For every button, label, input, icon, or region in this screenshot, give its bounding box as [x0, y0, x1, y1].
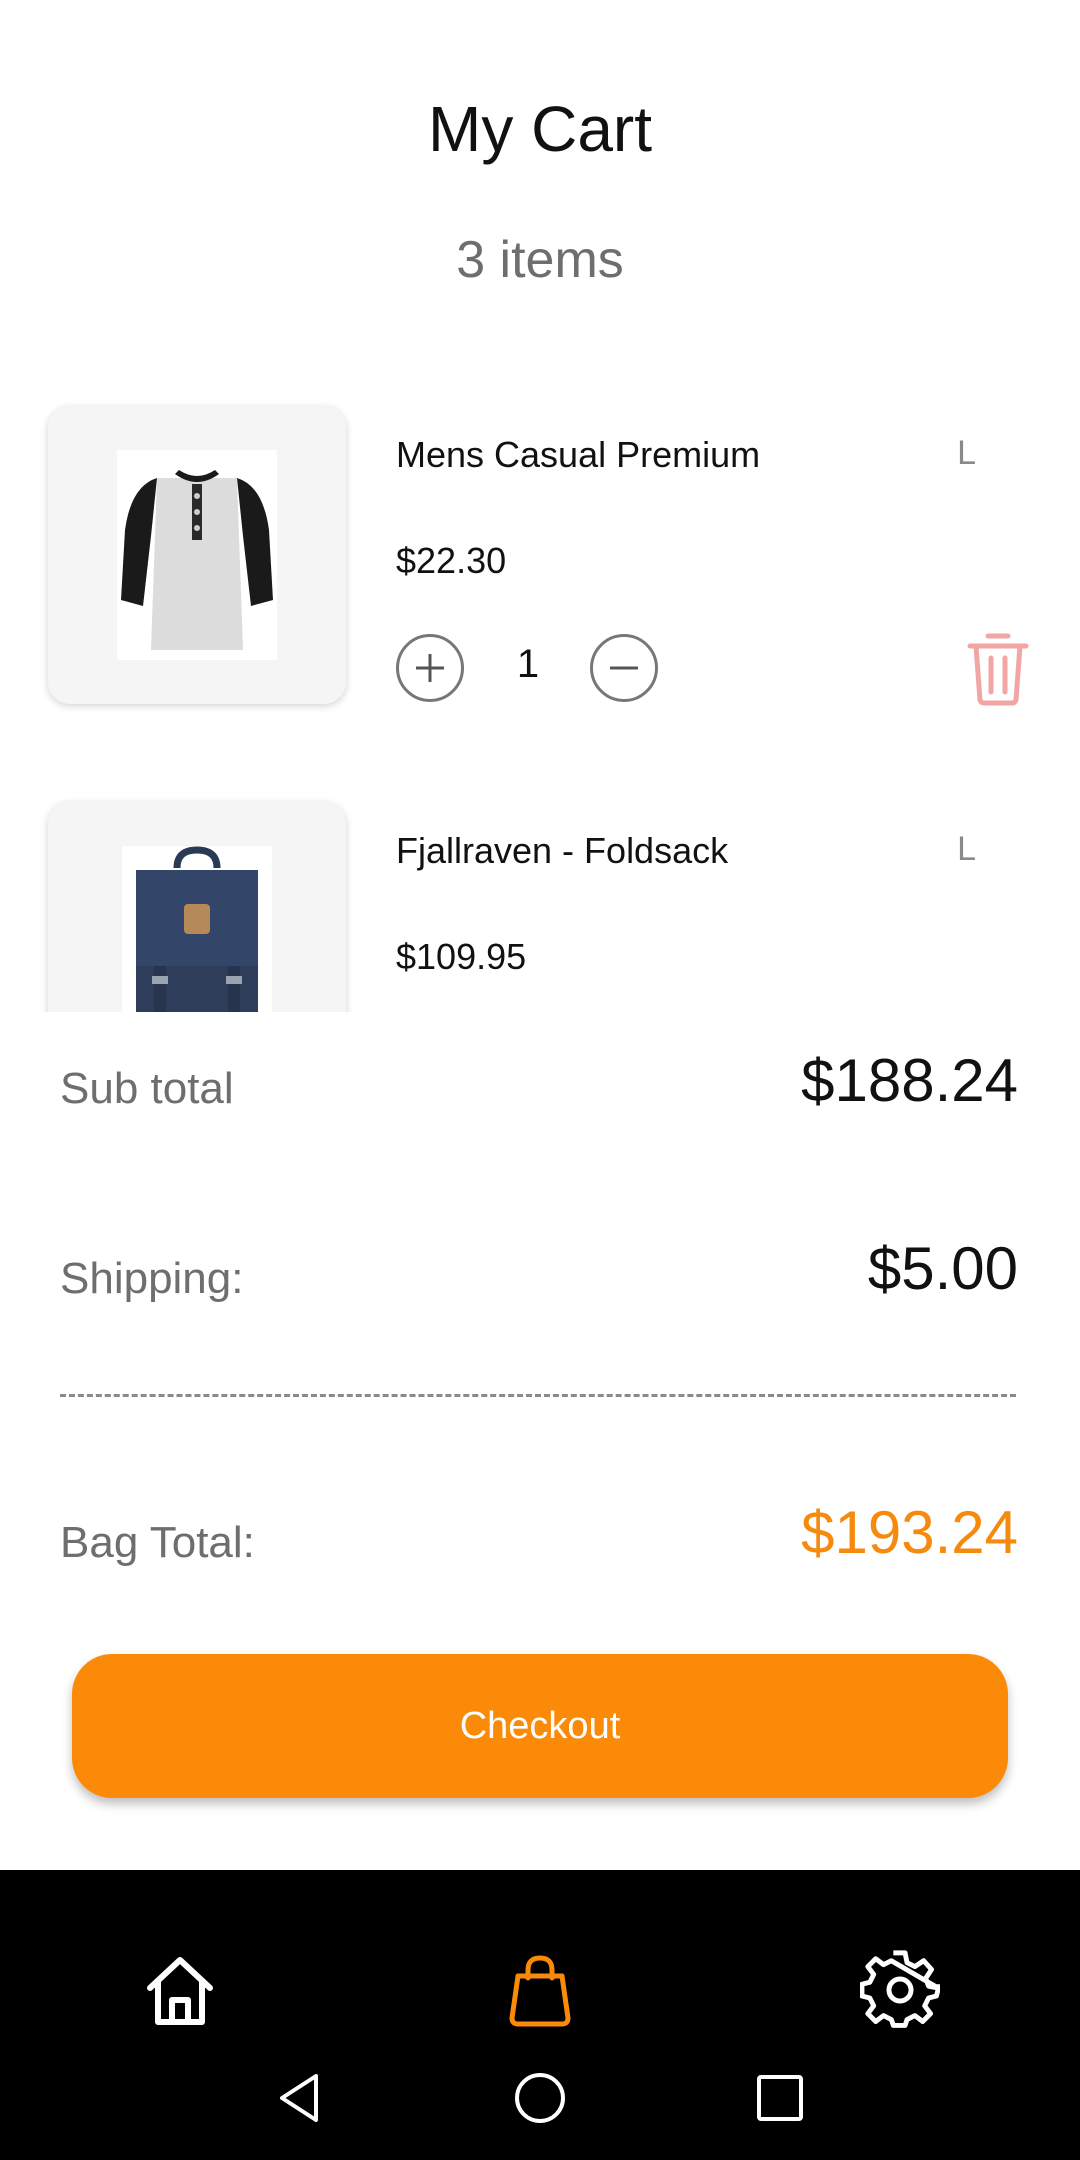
product-price: $109.95 [396, 936, 527, 977]
bag-total-value: $193.24 [801, 1499, 1018, 1566]
item-count: 3 items [456, 231, 624, 289]
cart-item: Mens Casual Premium L $22.30 1 [0, 390, 1080, 710]
product-name: Fjallraven - Foldsack [396, 830, 729, 871]
product-size: L [957, 434, 976, 472]
product-name: Mens Casual Premium [396, 434, 761, 475]
product-size: L [957, 830, 976, 868]
home-circle-icon[interactable] [510, 2068, 570, 2128]
recents-icon[interactable] [750, 2068, 810, 2128]
bag-icon[interactable] [500, 1950, 580, 2030]
product-thumbnail[interactable] [48, 406, 346, 704]
decrease-quantity-button[interactable] [590, 634, 658, 702]
checkout-button[interactable]: Checkout [72, 1654, 1008, 1798]
settings-icon[interactable] [860, 1950, 940, 2030]
bottom-navigation [0, 1870, 1080, 2160]
plus-icon [416, 654, 444, 682]
checkout-label: Checkout [459, 1704, 621, 1747]
shipping-value: $5.00 [867, 1235, 1018, 1302]
page-title: My Cart [428, 93, 652, 165]
back-icon[interactable] [270, 2068, 330, 2128]
trash-icon[interactable] [966, 630, 1030, 706]
home-icon[interactable] [140, 1950, 220, 2030]
product-price: $22.30 [396, 540, 507, 581]
product-thumbnail[interactable] [48, 802, 346, 1012]
subtotal-value: $188.24 [801, 1047, 1018, 1114]
bag-total-label: Bag Total: [60, 1518, 255, 1567]
divider [60, 1394, 1016, 1397]
quantity-value: 1 [516, 642, 540, 686]
shirt-image [117, 450, 277, 660]
shipping-label: Shipping: [60, 1254, 244, 1303]
increase-quantity-button[interactable] [396, 634, 464, 702]
cart-list[interactable]: Mens Casual Premium L $22.30 1 Fjallrave… [0, 390, 1080, 1012]
backpack-image [122, 846, 272, 1012]
cart-item: Fjallraven - Foldsack L $109.95 [0, 786, 1080, 1012]
subtotal-label: Sub total [60, 1064, 234, 1113]
minus-icon [610, 666, 638, 670]
